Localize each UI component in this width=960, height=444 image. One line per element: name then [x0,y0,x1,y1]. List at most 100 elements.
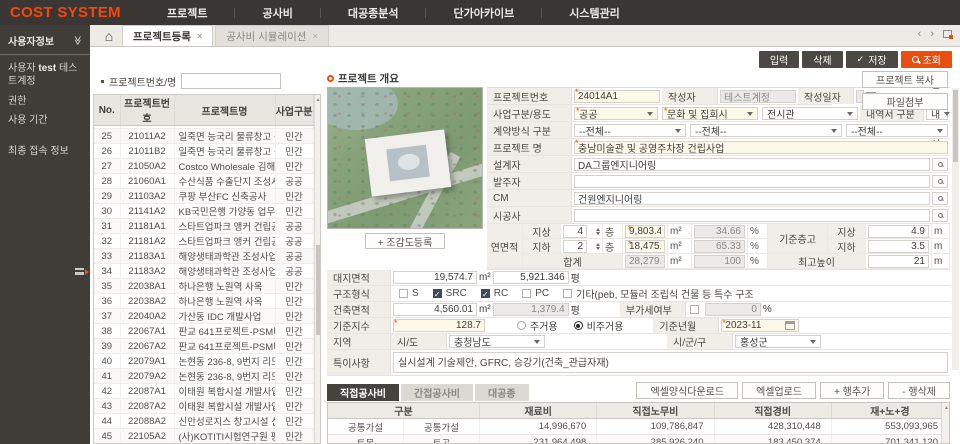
struct-option-1[interactable]: S [399,288,419,299]
delete-button[interactable]: 삭제 [802,50,843,68]
struct-option-2[interactable]: ✓ SRC [432,288,467,299]
site-area-m2-field[interactable] [393,271,477,284]
checkbox-checked-icon[interactable]: ✓ [432,289,442,299]
cost-row[interactable]: 공통가설 공통가설 14,996,670 109,786,847 428,310,448… [328,419,949,435]
site-area-py-field[interactable] [492,271,569,284]
tab-2[interactable]: 공사비 시뮬레이션 × [215,25,329,46]
orderer-field[interactable] [574,174,930,188]
designer-field[interactable] [574,157,930,171]
project-row[interactable]: 33 21183A1 해양생태과학관 조성사업 공공 [94,248,314,264]
project-row[interactable]: 34 21183A2 해양생태과학관 조성사업 공공 [94,263,314,279]
project-row[interactable]: 4122079A2논현동 236-8, 9번지 리모델링공사(물민간 [94,368,314,384]
usage1-select[interactable]: 문화 및 집회시 [662,106,758,121]
scroll-up-icon[interactable]: ▲ [316,97,321,103]
chevron-collapse-icon[interactable]: ≫ [72,36,83,45]
excel-button-1[interactable]: 엑셀양식다운로드 [636,382,739,399]
cost-tab-3[interactable]: 대공종 [475,384,529,401]
menu-item-2[interactable]: 공사비 [235,5,319,21]
ground-area-field[interactable] [625,224,665,238]
overview-scrollbar[interactable] [952,88,959,370]
project-table-scrollbar[interactable]: ▲ [313,95,321,443]
designer-search-button[interactable] [932,157,948,171]
cost-table-scrollbar[interactable]: ▲ [941,403,949,443]
biz-type-select[interactable]: 공공 [574,106,658,121]
non-residential-radio[interactable]: 비주거용 [573,318,623,333]
project-row[interactable]: 2721050A2Costco Wholesale 김해점 건립공사민간 [94,158,314,174]
input-button[interactable]: 입력 [758,50,800,68]
tab-close-icon[interactable]: × [312,31,317,41]
save-button[interactable]: ✓ 저장 [845,50,898,68]
query-button[interactable]: 조회 [900,50,952,68]
struct-option-4[interactable]: PC [522,288,549,299]
index-field[interactable] [393,319,485,332]
checkbox-icon[interactable] [563,289,573,298]
project-row[interactable]: 4522105A2(사)KOTITI시험연구원 평택사옥 1차 건민간 [94,428,314,443]
max-height-field[interactable] [868,254,929,268]
struct-option-3[interactable]: ✓ RC [480,288,508,299]
orderer-search-button[interactable] [932,174,948,188]
project-row[interactable]: 37 22040A2 가산동 IDC 개발사업 민간 [94,308,314,324]
sigungu-select[interactable]: 홍성군 [735,335,821,349]
sidebar-section-user-info[interactable]: 사용자정보 ≫ [0,25,90,55]
building-area-m2-field[interactable] [393,303,477,316]
project-row[interactable]: 2621011B2일죽면 능국리 물류창고 신축공사(B동민간 [94,143,314,159]
height-ground-field[interactable] [868,224,929,238]
tab-scroll-right-icon[interactable]: › [930,28,934,40]
menu-item-4[interactable]: 단가아카이브 [426,5,541,21]
sido-select[interactable]: 충청남도 [449,335,545,349]
project-copy-button[interactable]: 프로젝트 복사 [862,71,948,88]
project-row[interactable]: 4422088A2신안성로지스 창고시설 신축공사민간 [94,413,314,429]
project-row[interactable]: 2821060A1수산식품 수출단지 조성사업공공 [94,173,314,189]
basement-floors-field[interactable] [563,239,587,253]
file-attach-button[interactable]: 파일첨부 [862,93,948,110]
scroll-up-icon[interactable]: ▲ [944,405,949,411]
menu-item-3[interactable]: 대공종분석 [321,5,426,21]
excel-button-2[interactable]: 엑셀업로드 [742,382,817,399]
menu-item-5[interactable]: 시스템관리 [542,5,647,21]
calendar-icon[interactable] [785,321,796,330]
tab-close-icon[interactable]: × [197,31,202,41]
excel-button-4[interactable]: - 행삭제 [888,382,950,399]
project-row[interactable]: 3822067A1판교 641프로젝트-PSM타워민간 [94,323,314,339]
tab-list-icon[interactable] [943,30,953,39]
project-search-input[interactable] [181,73,282,89]
project-row[interactable]: 3221181A2스타트업파크 앵커 건립공사공공 [94,233,314,249]
builder-search-button[interactable] [932,208,948,222]
project-row[interactable]: 3021141A2KB국민은행 가양동 업무시설(합숙소)민간 [94,203,314,219]
usage2-select[interactable]: 전시관 [762,106,858,121]
scrollbar-thumb[interactable] [315,245,320,335]
project-no-field[interactable] [574,89,660,103]
builder-field[interactable] [574,208,930,222]
cm-search-button[interactable] [932,191,948,205]
project-row[interactable]: 2521011A2일죽면 능국리 물류창고 신축공사(A동민간 [94,128,314,144]
contract1-select[interactable]: --전체-- [574,123,686,138]
home-tab[interactable]: ⌂ [96,25,122,46]
contract2-select[interactable]: --전체-- [690,123,842,138]
project-row[interactable]: 3121181A1스타트업파크 앵커 건립공사공공 [94,218,314,234]
tab-1[interactable]: 프로젝트등록 × [122,25,214,46]
project-row[interactable]: 4022079A1논현동 236-8, 9번지 리모델링공사(물민간 [94,353,314,369]
tab-scroll-left-icon[interactable]: ‹ [918,28,922,40]
excel-button-3[interactable]: + 행추가 [820,382,885,399]
sidebar-collapse-handle[interactable] [75,268,89,275]
vat-checkbox[interactable] [689,305,699,314]
basement-area-field[interactable] [625,239,665,253]
project-row[interactable]: 35 22038A1 하나은행 노원역 사옥 민간 [94,278,314,294]
height-basement-field[interactable] [868,239,929,253]
cm-field[interactable] [574,191,930,205]
ground-floors-field[interactable] [563,224,587,238]
project-row[interactable]: 3922067A2판교 641프로젝트-PSM타워민간 [94,338,314,354]
checkbox-checked-icon[interactable]: ✓ [480,289,490,299]
checkbox-icon[interactable] [399,289,408,298]
checkbox-icon[interactable] [522,289,532,298]
project-row[interactable]: 42 22087A1 이태원 복합시설 개발사업 민간 [94,383,314,399]
menu-item-1[interactable]: 프로젝트 [140,5,234,21]
residential-radio[interactable]: 주거용 [517,318,558,333]
stepper-icon[interactable] [593,241,600,252]
project-name-field[interactable] [574,140,948,154]
contract3-select[interactable]: --전체-- [846,123,948,138]
cost-row[interactable]: 토목 토공 231,964,498 285,926,240 183,450,374 701… [328,435,949,443]
project-row[interactable]: 36 22038A2 하나은행 노원역 사옥 민간 [94,293,314,309]
cost-tab-2[interactable]: 간접공사비 [401,384,473,401]
project-row[interactable]: 29 21103A2 쿠팡 부산FC 신축공사 민간 [94,188,314,204]
